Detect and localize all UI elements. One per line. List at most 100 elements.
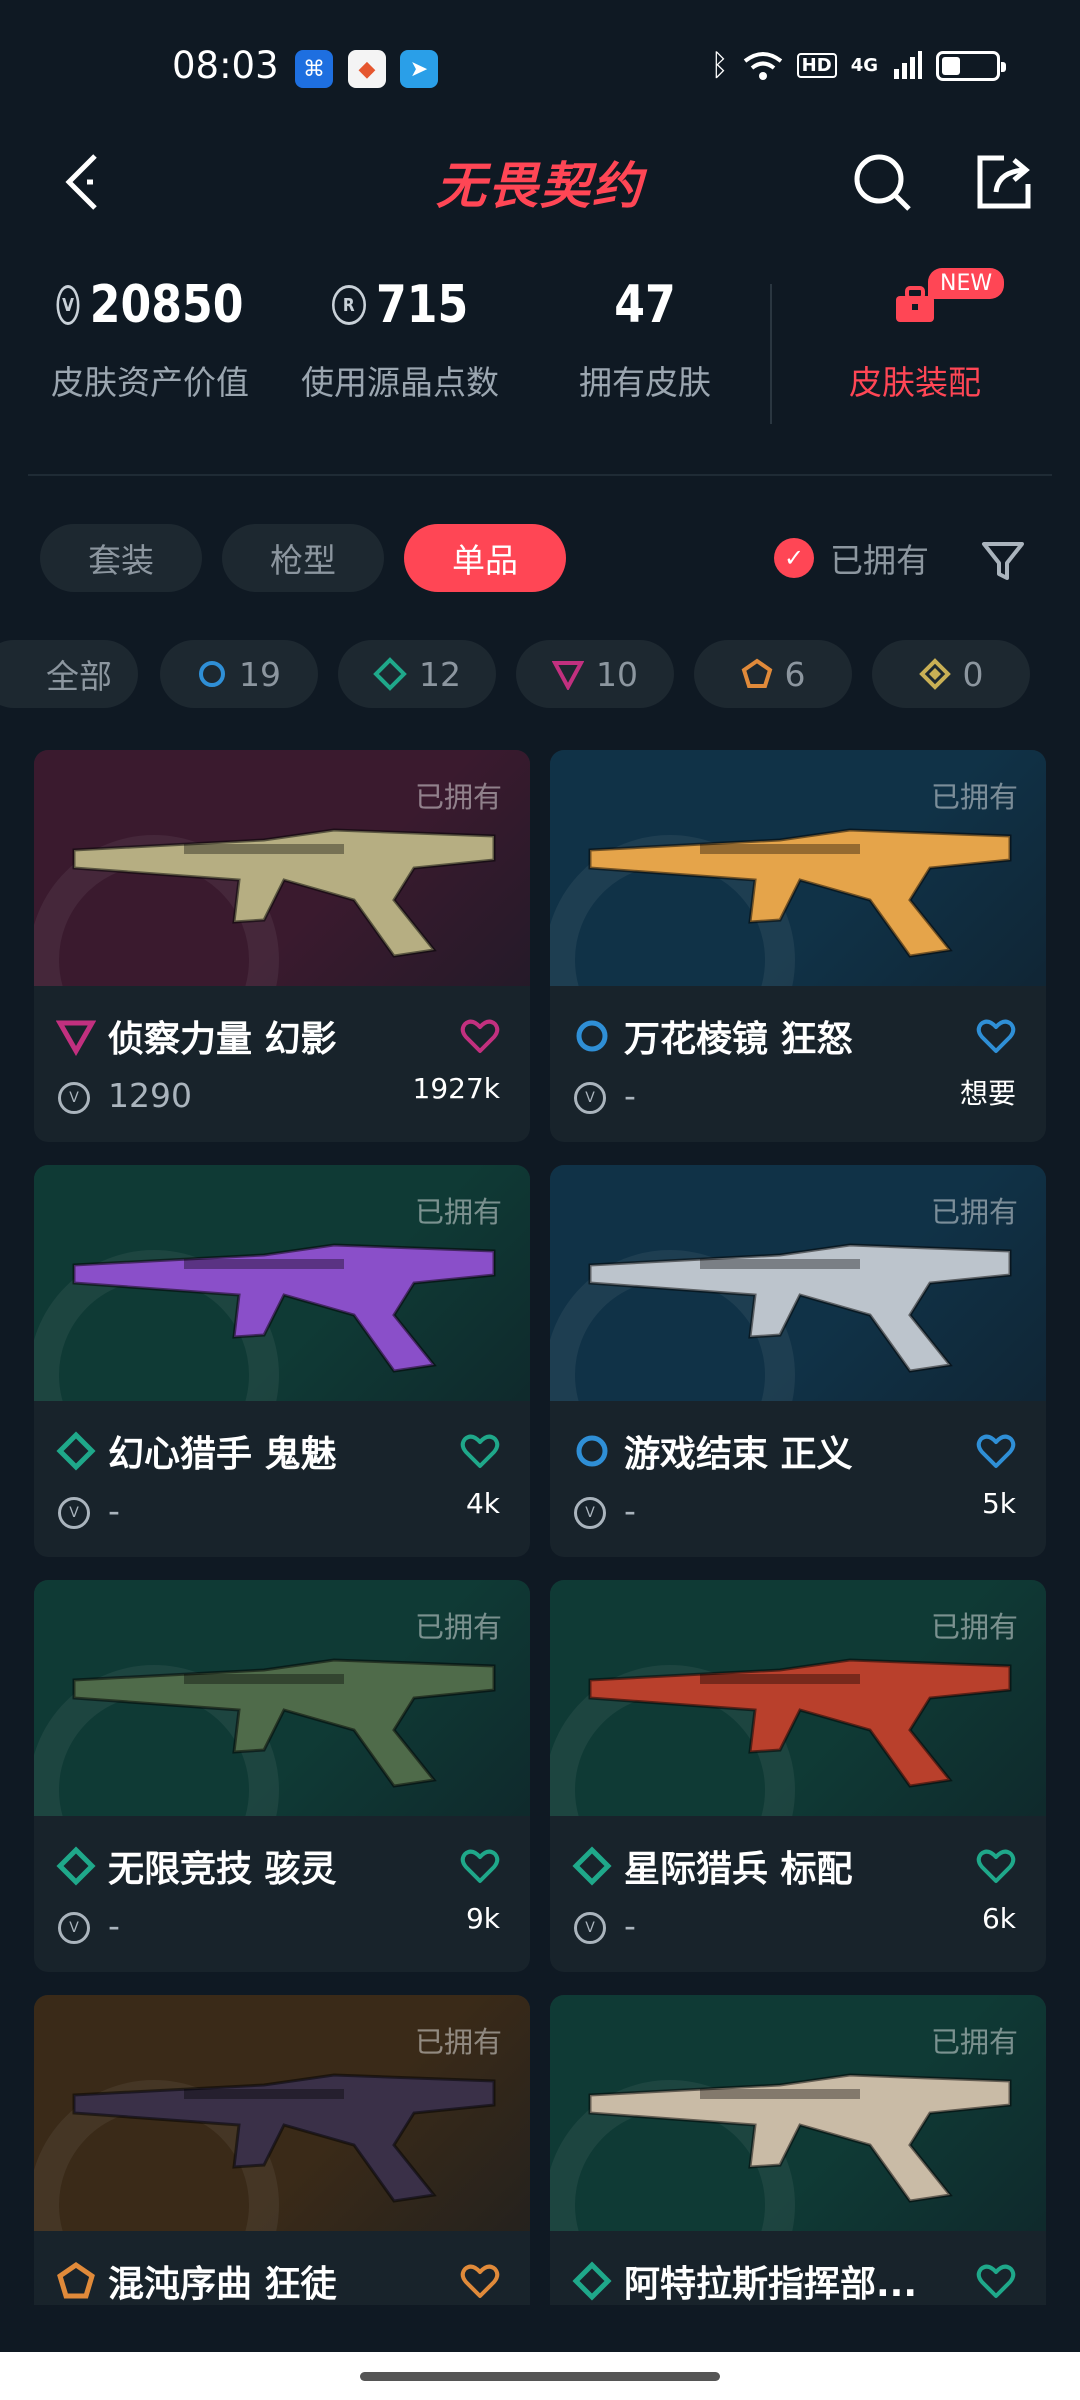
premium-tier-icon: [552, 661, 584, 690]
vp-coin-icon: V: [58, 1082, 90, 1114]
tier-icon: [572, 2261, 612, 2301]
notification-app-icon-1: ⌘: [295, 50, 333, 88]
tier-chip-deluxe[interactable]: 12: [338, 640, 496, 708]
skin-price: -: [624, 1076, 636, 1115]
status-time: 08:03: [172, 44, 279, 87]
tier-chip-all[interactable]: 全部: [0, 640, 138, 708]
select-tier-icon: [199, 661, 225, 687]
wishlist-heart-icon[interactable]: [976, 2261, 1016, 2301]
exclusive-tier-icon: [741, 658, 772, 688]
skin-likes-count: 5k: [981, 1487, 1016, 1520]
skin-likes-count: 4k: [465, 1487, 500, 1520]
wifi-icon: [743, 51, 782, 80]
account-stats: V 20850 皮肤资产价值 R 715 使用源晶点数 47 拥有皮肤 NEW …: [0, 260, 1080, 460]
tier-chip-premium-count: 10: [596, 654, 638, 694]
search-button[interactable]: [842, 142, 922, 222]
owned-label: 已拥有: [930, 1610, 1018, 1644]
wishlist-heart-icon[interactable]: [460, 1016, 500, 1056]
skin-asset-value: 20850: [89, 275, 244, 335]
skin-name: 万花棱镜 狂怒: [624, 1019, 853, 1060]
skin-card[interactable]: 已拥有 阿特拉斯指挥部...: [550, 1995, 1046, 2305]
share-button[interactable]: [964, 142, 1044, 222]
battery-icon: [936, 50, 1006, 81]
skin-card[interactable]: 已拥有 万花棱镜 狂怒 V - 想要: [550, 750, 1046, 1142]
skin-price: -: [108, 1906, 120, 1945]
search-icon: [854, 154, 911, 211]
skin-name: 侦察力量 幻影: [108, 1019, 337, 1060]
wishlist-heart-icon[interactable]: [976, 1431, 1016, 1471]
skin-likes-count: 1927k: [412, 1072, 500, 1105]
owned-label: 已拥有: [930, 780, 1018, 814]
home-indicator[interactable]: [360, 2372, 720, 2381]
tier-chip-select[interactable]: 19: [160, 640, 318, 708]
owned-only-toggle[interactable]: ✓ 已拥有: [774, 534, 929, 582]
skin-name: 游戏结束 正义: [624, 1434, 853, 1475]
wishlist-heart-icon[interactable]: [460, 1846, 500, 1886]
tab-weapon-type[interactable]: 枪型: [222, 524, 384, 592]
skin-asset-value-stat: V 20850 皮肤资产价值: [40, 260, 260, 404]
filter-icon[interactable]: [978, 536, 1028, 586]
share-icon: [977, 155, 1031, 209]
owned-only-label: 已拥有: [830, 541, 929, 580]
skin-price: -: [108, 1491, 120, 1530]
tab-single-items[interactable]: 单品: [404, 524, 566, 592]
wishlist-heart-icon[interactable]: [976, 1846, 1016, 1886]
tier-chip-premium[interactable]: 10: [516, 640, 674, 708]
tier-icon: [56, 1846, 96, 1886]
skin-card[interactable]: 已拥有星际猎兵 标配 V - 6k: [550, 1580, 1046, 1972]
status-bar: 08:03 ⌘ ◆ ➤ ᛒ HD 4G: [0, 0, 1080, 130]
skin-card[interactable]: 已拥有游戏结束 正义 V - 5k: [550, 1165, 1046, 1557]
skin-price: -: [624, 1906, 636, 1945]
signal-icon: [894, 50, 922, 79]
skin-card[interactable]: 已拥有 混沌序曲 狂徒: [34, 1995, 530, 2305]
stats-divider: [770, 284, 772, 424]
bluetooth-icon: ᛒ: [710, 48, 729, 83]
wishlist-heart-icon[interactable]: [976, 1016, 1016, 1056]
skin-card[interactable]: 已拥有幻心猎手 鬼魅 V - 4k: [34, 1165, 530, 1557]
skin-price: -: [624, 1491, 636, 1530]
skin-name: 幻心猎手 鬼魅: [108, 1434, 337, 1475]
wishlist-heart-icon[interactable]: [460, 2261, 500, 2301]
skin-likes-count: 9k: [465, 1902, 500, 1935]
status-icons: ᛒ HD 4G: [710, 48, 1006, 83]
owned-label: 已拥有: [414, 1610, 502, 1644]
skin-name: 阿特拉斯指挥部...: [624, 2264, 918, 2305]
vp-coin-icon: V: [574, 1497, 606, 1529]
vp-coin-icon: V: [574, 1912, 606, 1944]
tier-filter-row: 全部 19 12 10 6 0: [0, 640, 1080, 710]
deluxe-tier-icon: [373, 657, 407, 691]
vp-coin-icon: V: [56, 285, 80, 325]
skin-grid: 已拥有 侦察力量 幻影 V 1290 1927k 已拥有 万花棱镜 狂怒 V - 想要 已拥有 幻心猎…: [34, 750, 1046, 2305]
tab-bundles[interactable]: 套装: [40, 524, 202, 592]
skin-asset-value-label: 皮肤资产价值: [51, 363, 249, 402]
skin-name: 星际猎兵 标配: [624, 1849, 853, 1890]
skin-name: 混沌序曲 狂徒: [108, 2264, 337, 2305]
tier-chip-select-count: 19: [239, 654, 281, 694]
tier-chip-ultra[interactable]: 0: [872, 640, 1030, 708]
checkmark-icon: ✓: [774, 538, 814, 578]
tier-chip-exclusive[interactable]: 6: [694, 640, 852, 708]
owned-label: 已拥有: [930, 1195, 1018, 1229]
tier-icon: [576, 1435, 608, 1467]
skin-card[interactable]: 已拥有 无限竞技 骇灵 V - 9k: [34, 1580, 530, 1972]
tier-chip-all-label: 全部: [46, 657, 112, 696]
radianite-icon: R: [331, 285, 366, 325]
vp-coin-icon: V: [58, 1497, 90, 1529]
skin-card[interactable]: 已拥有 侦察力量 幻影 V 1290 1927k: [34, 750, 530, 1142]
app-header: 无畏契约: [0, 130, 1080, 240]
skin-name: 无限竞技 骇灵: [108, 1849, 337, 1890]
tier-chip-ultra-count: 0: [962, 654, 984, 694]
owned-skins-label: 拥有皮肤: [579, 363, 711, 402]
new-badge: NEW: [928, 268, 1005, 299]
owned-skins-stat: 47 拥有皮肤: [545, 260, 745, 404]
tier-icon: [57, 2261, 95, 2299]
owned-label: 已拥有: [414, 1195, 502, 1229]
section-divider: [28, 474, 1052, 476]
skin-loadout-button[interactable]: NEW 皮肤装配: [800, 260, 1030, 404]
radianite-points-stat: R 715 使用源晶点数: [290, 260, 510, 404]
skin-likes-count: 6k: [981, 1902, 1016, 1935]
owned-skins-count: 47: [614, 275, 676, 335]
tier-chip-deluxe-count: 12: [419, 654, 461, 694]
wishlist-heart-icon[interactable]: [460, 1431, 500, 1471]
skin-loadout-label: 皮肤装配: [849, 363, 981, 402]
